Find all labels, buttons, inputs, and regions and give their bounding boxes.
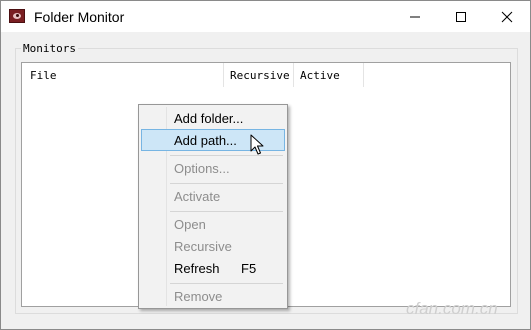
title-bar[interactable]: Folder Monitor — [1, 1, 530, 32]
arrow-pointer-icon — [250, 134, 264, 155]
menu-item-label: Add folder... — [174, 111, 244, 126]
menu-item-add-folder[interactable]: Add folder... — [141, 107, 285, 129]
column-divider[interactable] — [363, 63, 364, 87]
menu-item-label: Recursive — [174, 239, 232, 254]
column-header-active[interactable]: Active — [300, 69, 340, 82]
menu-separator — [170, 183, 283, 184]
menu-item-activate: Activate — [141, 185, 285, 207]
watermark: cfan.com.cn — [406, 299, 498, 318]
column-divider[interactable] — [223, 63, 224, 87]
column-divider[interactable] — [293, 63, 294, 87]
close-button[interactable] — [484, 1, 530, 32]
menu-separator — [170, 283, 283, 284]
minimize-button[interactable] — [392, 1, 438, 32]
menu-item-label: Refresh — [174, 261, 220, 276]
maximize-button[interactable] — [438, 1, 484, 32]
menu-item-refresh[interactable]: Refresh F5 — [141, 257, 285, 279]
menu-item-remove: Remove — [141, 285, 285, 307]
column-header-recursive[interactable]: Recursive — [230, 69, 290, 82]
minimize-icon — [410, 16, 420, 18]
menu-item-options: Options... — [141, 157, 285, 179]
menu-item-label: Open — [174, 217, 206, 232]
folder-monitor-window: Folder Monitor Monitors File Recursive A… — [0, 0, 531, 330]
close-icon — [501, 11, 513, 23]
menu-item-open: Open — [141, 213, 285, 235]
menu-item-label: Options... — [174, 161, 230, 176]
menu-separator — [170, 155, 283, 156]
menu-item-shortcut: F5 — [241, 261, 257, 276]
menu-item-label: Activate — [174, 189, 221, 204]
menu-item-label: Add path... — [174, 133, 237, 148]
menu-item-label: Remove — [174, 289, 223, 304]
context-menu: Add folder... Add path... Options... Act… — [138, 104, 288, 309]
column-header-file[interactable]: File — [30, 69, 57, 82]
folder-monitor-eye-icon — [9, 9, 25, 23]
maximize-icon — [456, 12, 466, 22]
menu-separator — [170, 211, 283, 212]
monitors-group-label: Monitors — [21, 42, 78, 55]
menu-item-recursive: Recursive — [141, 235, 285, 257]
window-title: Folder Monitor — [34, 9, 125, 25]
